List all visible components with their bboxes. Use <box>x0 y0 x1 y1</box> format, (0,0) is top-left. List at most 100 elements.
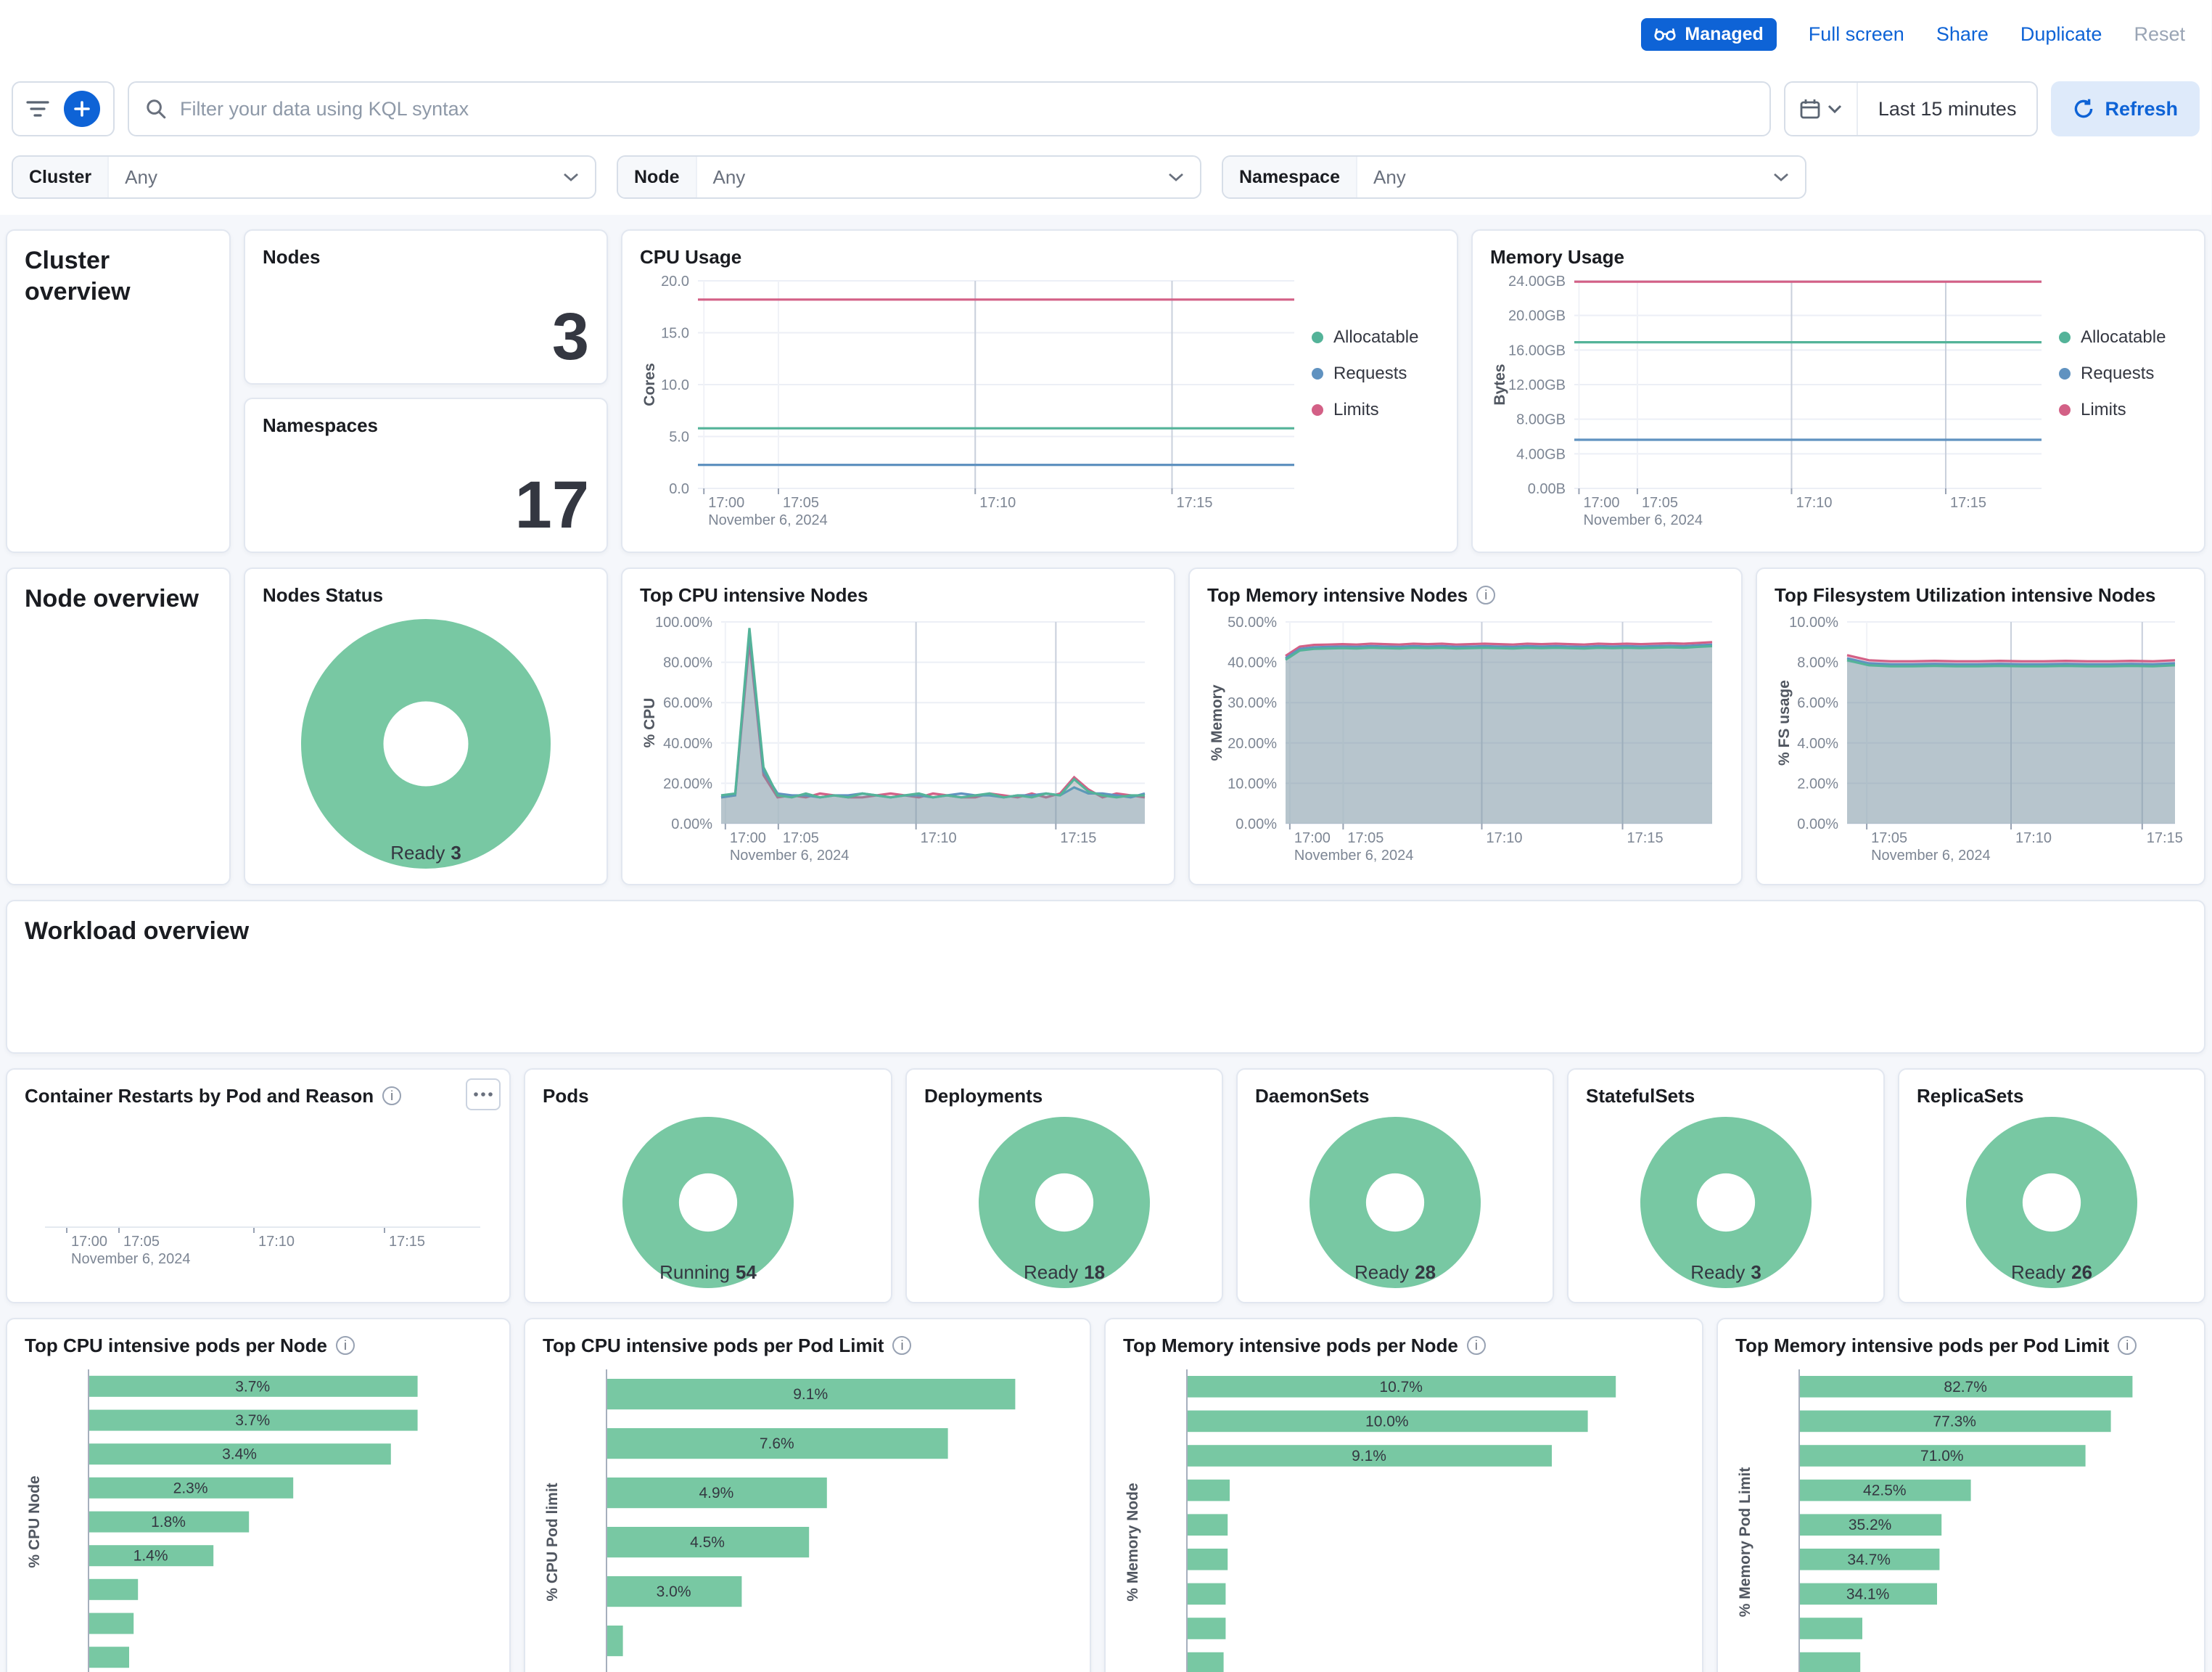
svg-text:17:05: 17:05 <box>123 1234 160 1250</box>
svg-text:8.00%: 8.00% <box>1797 655 1838 671</box>
cluster-filter[interactable]: Cluster Any <box>12 155 596 199</box>
donut-label: Ready3 <box>298 842 554 864</box>
svg-text:November 6, 2024: November 6, 2024 <box>1583 512 1703 528</box>
deployments-donut[interactable]: Ready18 <box>976 1114 1153 1291</box>
legend-item[interactable]: Limits <box>2059 400 2187 420</box>
calendar-menu-button[interactable] <box>1785 83 1858 135</box>
donut-label: Ready28 <box>1307 1261 1484 1284</box>
top-cpu-pods-limit-title: Top CPU intensive pods per Pod Limit <box>543 1334 884 1358</box>
svg-text:% FS usage: % FS usage <box>1776 680 1793 766</box>
svg-text:3.0%: 3.0% <box>657 1583 691 1600</box>
svg-text:12.00GB: 12.00GB <box>1508 377 1566 393</box>
svg-text:2.3%: 2.3% <box>173 1480 208 1496</box>
top-mem-pods-limit-chart[interactable]: % Memory Pod Limit82.7%77.3%71.0%42.5%35… <box>1735 1364 2187 1672</box>
nodes-status-donut[interactable]: Ready3 <box>298 616 554 872</box>
memory-usage-panel: Memory Usage Bytes0.00B4.00GB8.00GB12.00… <box>1471 229 2205 553</box>
kubernetes-dashboard: Managed Full screen Share Duplicate Rese… <box>0 0 2211 1672</box>
legend-item[interactable]: Limits <box>1312 400 1439 420</box>
memory-usage-title: Memory Usage <box>1490 245 2187 269</box>
svg-text:17:10: 17:10 <box>1486 830 1522 846</box>
svg-text:0.00%: 0.00% <box>671 816 712 832</box>
memory-usage-chart[interactable]: Bytes0.00B4.00GB8.00GB12.00GB16.00GB20.0… <box>1490 269 2053 535</box>
refresh-label: Refresh <box>2105 98 2178 120</box>
top-cpu-nodes-title: Top CPU intensive Nodes <box>640 583 1156 607</box>
node-overview-panel: Node overview <box>6 567 231 885</box>
svg-text:2.00%: 2.00% <box>1797 776 1838 792</box>
svg-text:17:10: 17:10 <box>1796 495 1832 511</box>
legend-item[interactable]: Allocatable <box>2059 327 2187 348</box>
share-button[interactable]: Share <box>1936 23 1989 46</box>
container-restarts-chart[interactable]: 17:0017:0517:1017:15November 6, 2024 <box>25 1111 492 1274</box>
replicasets-donut[interactable]: Ready26 <box>1963 1114 2140 1291</box>
svg-text:0.00%: 0.00% <box>1235 816 1277 832</box>
statefulsets-donut[interactable]: Ready3 <box>1637 1114 1814 1291</box>
managed-label: Managed <box>1685 24 1763 45</box>
info-icon[interactable] <box>1476 586 1495 605</box>
svg-text:% Memory Node: % Memory Node <box>1124 1483 1141 1601</box>
duplicate-button[interactable]: Duplicate <box>2020 23 2102 46</box>
add-filter-button[interactable] <box>64 91 100 127</box>
info-icon[interactable] <box>1467 1336 1486 1355</box>
plus-icon <box>74 101 90 117</box>
top-memory-nodes-panel: Top Memory intensive Nodes % Memory0.00%… <box>1188 567 1743 885</box>
legend-item[interactable]: Requests <box>1312 364 1439 384</box>
svg-text:November 6, 2024: November 6, 2024 <box>71 1251 191 1267</box>
time-range-label[interactable]: Last 15 minutes <box>1858 98 2037 120</box>
top-cpu-nodes-chart[interactable]: % CPU0.00%20.00%40.00%60.00%80.00%100.00… <box>640 610 1156 870</box>
top-mem-pods-limit-title: Top Memory intensive pods per Pod Limit <box>1735 1334 2109 1358</box>
namespace-filter[interactable]: Namespace Any <box>1222 155 1806 199</box>
info-icon[interactable] <box>382 1086 401 1105</box>
namespaces-metric-value: 17 <box>515 474 589 537</box>
svg-text:17:00: 17:00 <box>1583 495 1619 511</box>
cpu-usage-title: CPU Usage <box>640 245 1439 269</box>
top-fs-nodes-chart[interactable]: % FS usage0.00%2.00%4.00%6.00%8.00%10.00… <box>1775 610 2187 870</box>
reset-button[interactable]: Reset <box>2134 23 2185 46</box>
managed-badge[interactable]: Managed <box>1641 18 1776 51</box>
node-filter[interactable]: Node Any <box>617 155 1201 199</box>
info-icon[interactable] <box>336 1336 355 1355</box>
svg-text:1.8%: 1.8% <box>151 1514 186 1530</box>
filter-icon <box>26 100 49 118</box>
query-bar: Last 15 minutes Refresh <box>0 68 2211 149</box>
kql-search-box[interactable] <box>128 81 1771 136</box>
legend-item[interactable]: Allocatable <box>1312 327 1439 348</box>
date-picker[interactable]: Last 15 minutes <box>1784 81 2039 136</box>
full-screen-button[interactable]: Full screen <box>1809 23 1904 46</box>
svg-text:17:05: 17:05 <box>1642 495 1678 511</box>
daemonsets-title: DaemonSets <box>1255 1084 1535 1108</box>
nodes-status-panel: Nodes Status Ready3 <box>244 567 608 885</box>
top-cpu-pods-node-title: Top CPU intensive pods per Node <box>25 1334 327 1358</box>
info-icon[interactable] <box>892 1336 911 1355</box>
search-input[interactable] <box>180 98 1753 120</box>
cpu-usage-chart[interactable]: Cores0.05.010.015.020.017:0017:0517:1017… <box>640 269 1306 535</box>
svg-text:42.5%: 42.5% <box>1863 1482 1907 1499</box>
info-icon[interactable] <box>2118 1336 2137 1355</box>
top-cpu-pods-node-panel: Top CPU intensive pods per Node % CPU No… <box>6 1318 511 1672</box>
top-mem-pods-node-chart[interactable]: % Memory Node10.7%10.0%9.1% <box>1123 1364 1685 1672</box>
daemonsets-panel: DaemonSets Ready28 <box>1236 1068 1554 1303</box>
daemonsets-donut[interactable]: Ready28 <box>1307 1114 1484 1291</box>
svg-text:3.7%: 3.7% <box>235 1412 270 1429</box>
svg-text:15.0: 15.0 <box>661 325 689 341</box>
ellipsis-icon <box>473 1091 493 1097</box>
container-restarts-panel: Container Restarts by Pod and Reason 17:… <box>6 1068 511 1303</box>
chevron-down-icon <box>1827 104 1842 114</box>
cluster-overview-panel: Cluster overview <box>6 229 231 553</box>
top-cpu-pods-limit-chart[interactable]: % CPU Pod limit9.1%7.6%4.9%4.5%3.0% <box>543 1364 1072 1672</box>
svg-text:17:10: 17:10 <box>979 495 1016 511</box>
top-memory-nodes-chart[interactable]: % Memory0.00%10.00%20.00%30.00%40.00%50.… <box>1207 610 1724 870</box>
filter-menu-button[interactable] <box>26 100 49 118</box>
container-restarts-title: Container Restarts by Pod and Reason <box>25 1084 374 1108</box>
svg-text:10.0%: 10.0% <box>1365 1413 1409 1430</box>
pods-donut[interactable]: Running54 <box>620 1114 797 1291</box>
cpu-usage-panel: CPU Usage Cores0.05.010.015.020.017:0017… <box>621 229 1458 553</box>
svg-text:November 6, 2024: November 6, 2024 <box>1871 848 1991 864</box>
namespaces-metric-panel: Namespaces 17 <box>244 398 608 553</box>
svg-text:17:15: 17:15 <box>1176 495 1212 511</box>
refresh-button[interactable]: Refresh <box>2051 81 2200 136</box>
top-cpu-pods-node-chart[interactable]: % CPU Node3.7%3.7%3.4%2.3%1.8%1.4%0.0%1.… <box>25 1364 492 1672</box>
svg-text:20.00%: 20.00% <box>1228 735 1277 751</box>
panel-options-button[interactable] <box>466 1078 501 1110</box>
legend-item[interactable]: Requests <box>2059 364 2187 384</box>
pods-title: Pods <box>543 1084 873 1108</box>
